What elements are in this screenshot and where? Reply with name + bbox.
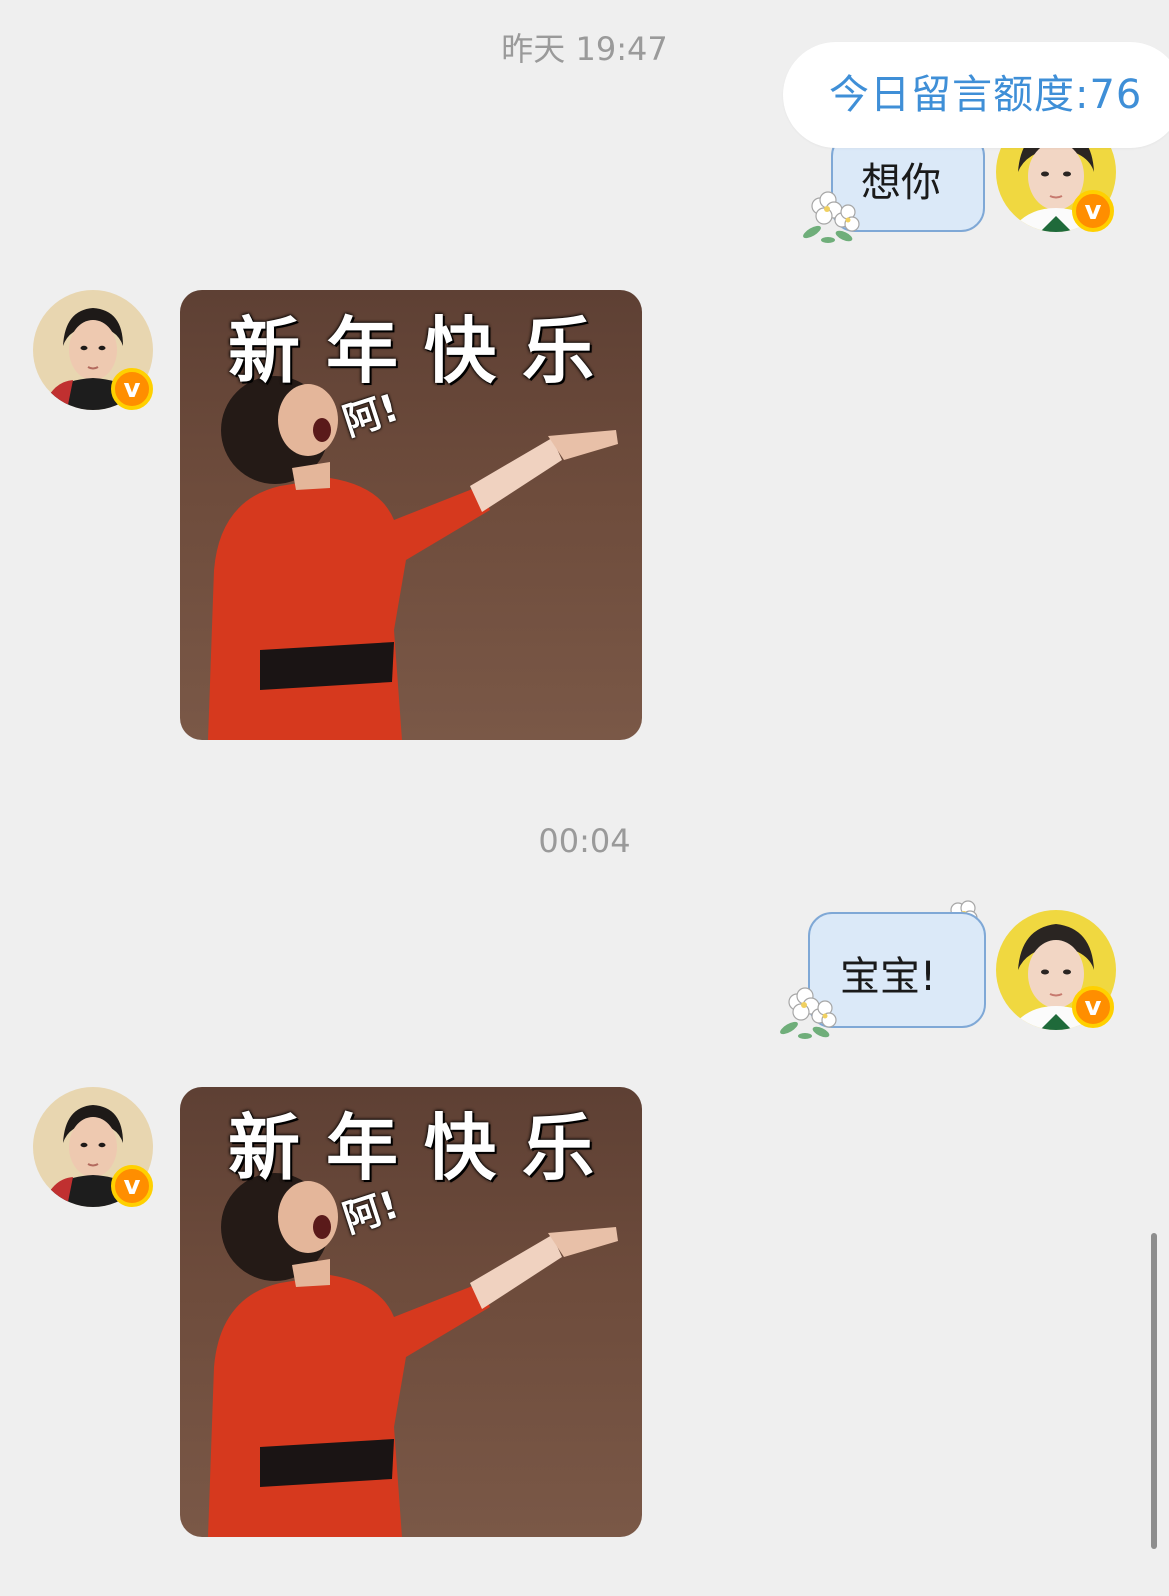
scrollbar[interactable] — [1151, 1233, 1157, 1549]
verified-badge-icon: v — [111, 1165, 153, 1207]
timestamp: 00:04 — [538, 822, 631, 860]
flower-decoration-icon — [780, 987, 837, 1039]
message-quota-pill: 今日留言额度:76 — [783, 42, 1169, 148]
sticker-image[interactable]: 新年快乐 阿! — [180, 290, 642, 740]
verified-badge-icon: v — [111, 368, 153, 410]
quota-label: 今日留言额度:76 — [829, 72, 1143, 118]
verified-badge-icon: v — [1072, 190, 1114, 232]
flower-decoration-icon — [803, 191, 860, 243]
sticker-image[interactable]: 新年快乐 阿! — [180, 1087, 642, 1537]
verified-badge-icon: v — [1072, 986, 1114, 1028]
message-text: 宝宝! — [840, 954, 937, 1000]
sticker-caption: 新年快乐 — [227, 1106, 620, 1190]
message-text: 想你 — [861, 160, 941, 206]
sticker-caption: 新年快乐 — [227, 309, 620, 393]
